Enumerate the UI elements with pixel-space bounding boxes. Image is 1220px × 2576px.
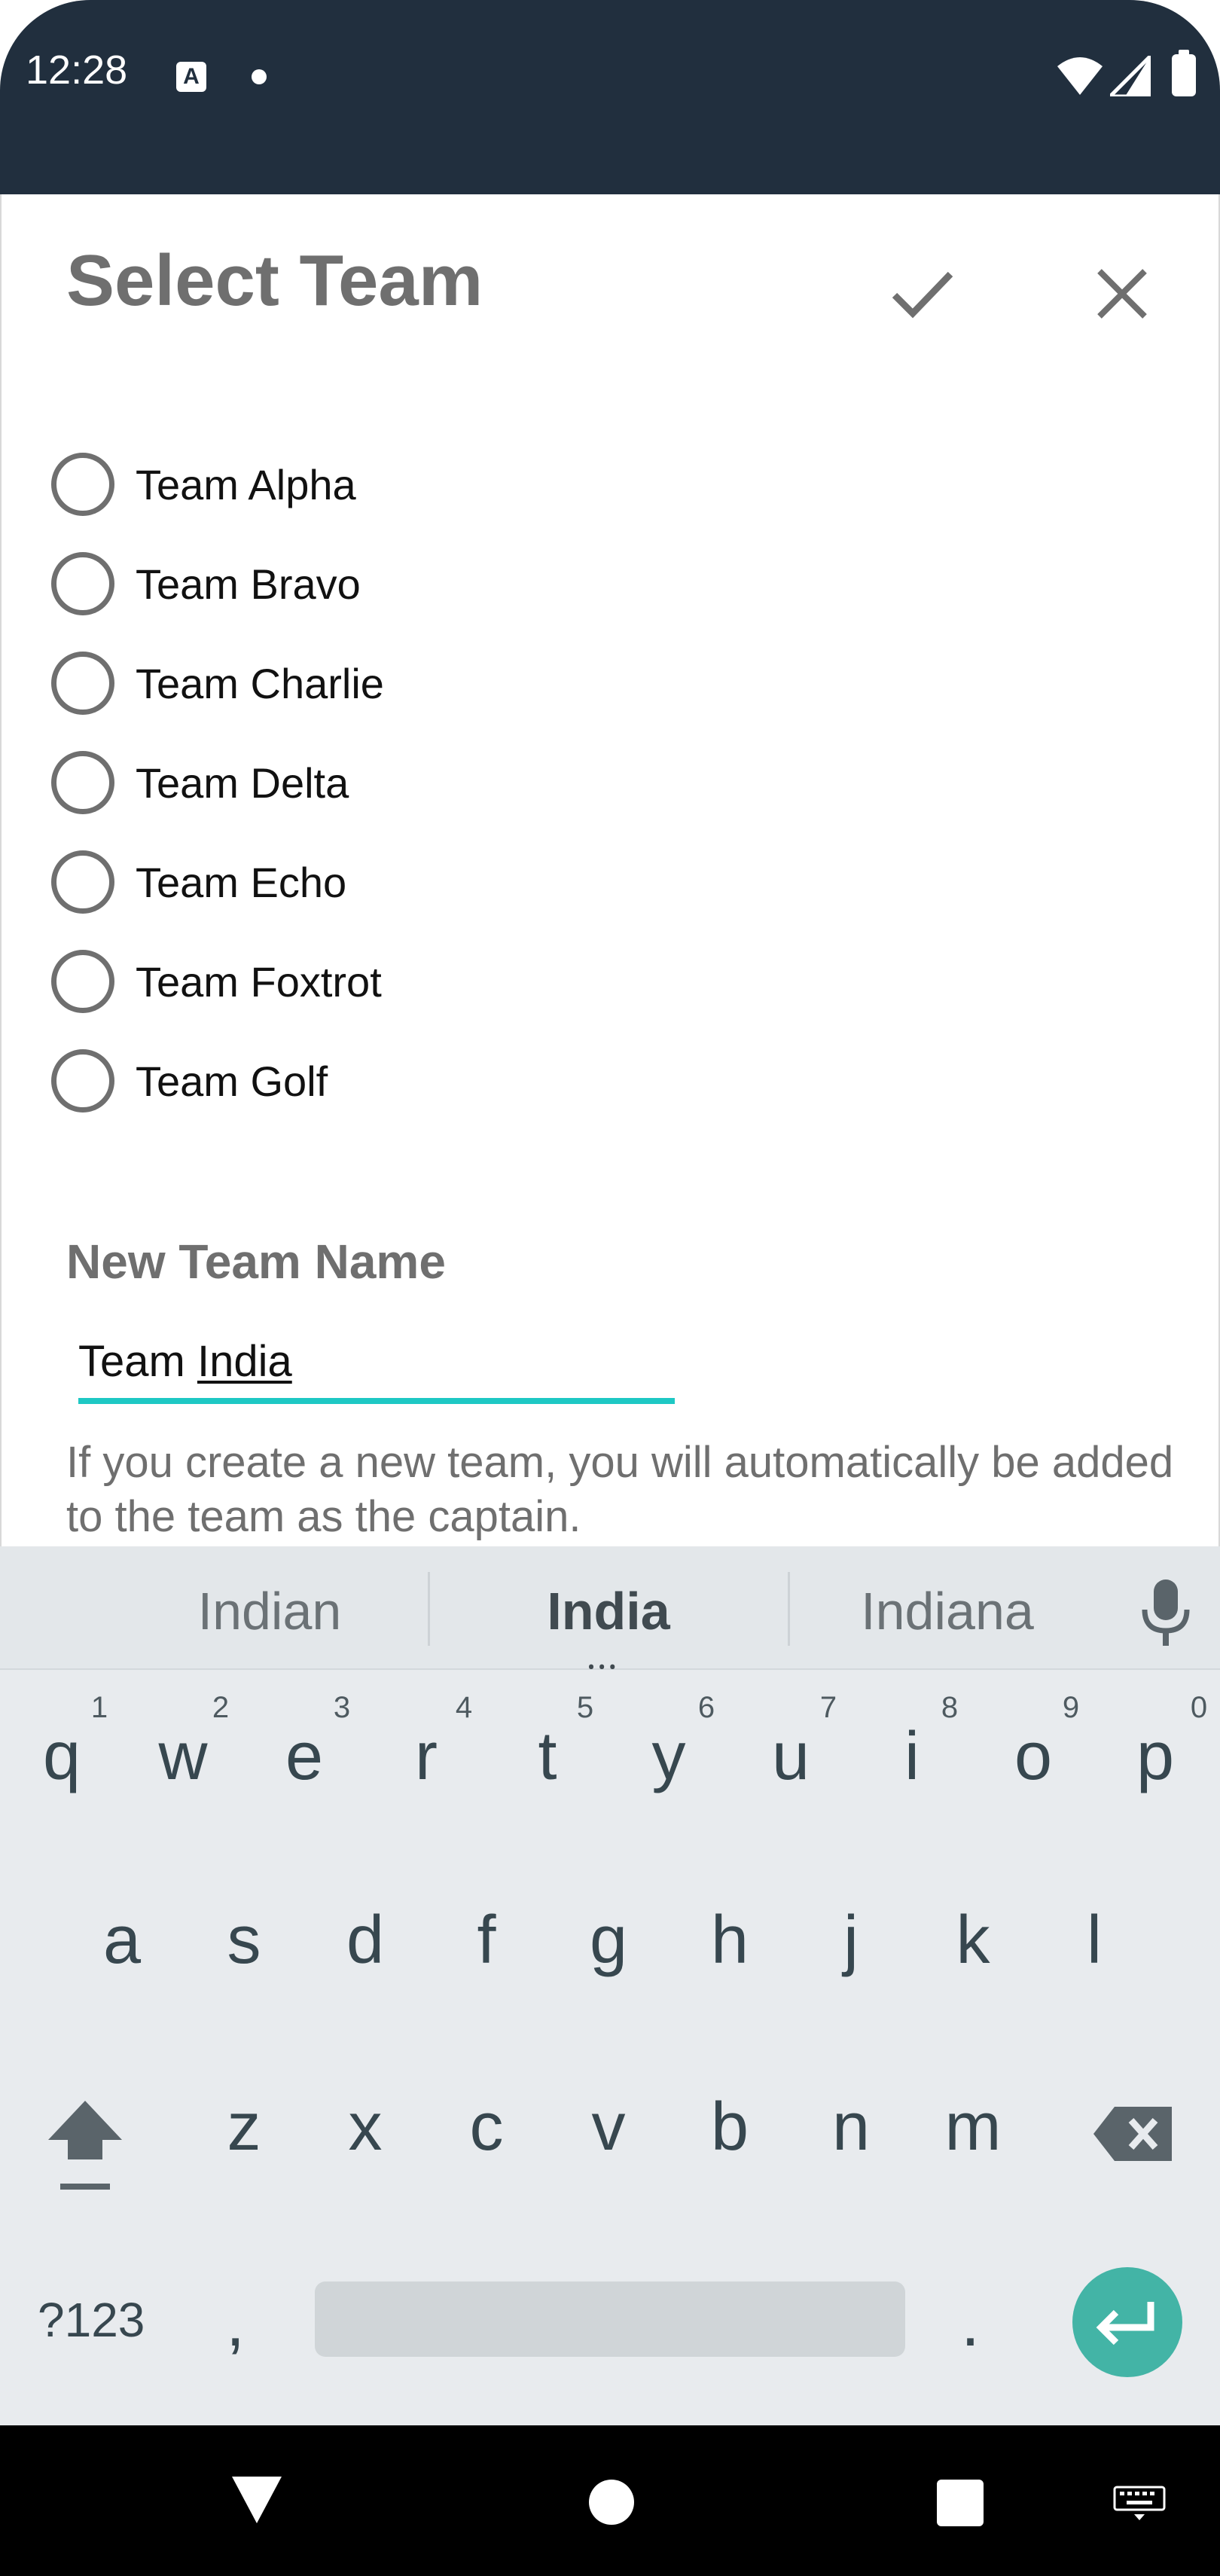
- key-p[interactable]: p: [1103, 1718, 1208, 1796]
- period-key[interactable]: .: [961, 2285, 980, 2362]
- radio-button[interactable]: [51, 850, 114, 914]
- new-team-name-label: New Team Name: [66, 1235, 446, 1289]
- key-m[interactable]: m: [920, 2089, 1026, 2166]
- dot-icon: [252, 69, 267, 84]
- confirm-button[interactable]: [883, 255, 961, 333]
- text-a-icon: A: [176, 62, 206, 92]
- team-option[interactable]: Team Alpha: [51, 443, 729, 526]
- radio-button[interactable]: [51, 652, 114, 715]
- key-hint-9: 9: [1062, 1691, 1080, 1724]
- team-option[interactable]: Team Charlie: [51, 642, 729, 725]
- key-y[interactable]: y: [616, 1718, 721, 1796]
- suggestion-right[interactable]: Indiana: [789, 1581, 1106, 1641]
- team-label: Team Charlie: [136, 659, 384, 707]
- select-team-dialog: Select Team Team Alpha Team Bravo Team C…: [0, 194, 1220, 1546]
- key-h[interactable]: h: [677, 1902, 782, 1979]
- mic-icon[interactable]: [1136, 1576, 1196, 1649]
- key-hint-2: 2: [212, 1691, 230, 1724]
- key-z[interactable]: z: [191, 2089, 297, 2166]
- team-option[interactable]: Team Golf: [51, 1039, 729, 1122]
- status-bar: 12:28 A: [0, 0, 1220, 194]
- space-key[interactable]: [315, 2281, 905, 2357]
- team-label: Team Golf: [136, 1057, 328, 1105]
- key-w[interactable]: w: [130, 1718, 236, 1796]
- key-s[interactable]: s: [191, 1902, 297, 1979]
- soft-keyboard: Indian India Indiana ••• q w e r t y u i…: [0, 1546, 1220, 2425]
- key-n[interactable]: n: [798, 2089, 904, 2166]
- key-j[interactable]: j: [798, 1902, 904, 1979]
- comma-key[interactable]: ,: [226, 2285, 245, 2362]
- team-label: Team Delta: [136, 758, 349, 807]
- key-x[interactable]: x: [313, 2089, 418, 2166]
- home-icon[interactable]: [589, 2480, 634, 2525]
- key-hint-7: 7: [819, 1691, 837, 1724]
- radio-button[interactable]: [51, 1049, 114, 1113]
- keyboard-switch-icon[interactable]: [1113, 2486, 1166, 2522]
- input-text-prefix: Team: [78, 1337, 197, 1386]
- key-l[interactable]: l: [1042, 1902, 1147, 1979]
- enter-key[interactable]: [1072, 2267, 1182, 2377]
- navigation-bar: [0, 2425, 1220, 2576]
- key-v[interactable]: v: [556, 2089, 661, 2166]
- backspace-icon[interactable]: [1092, 2104, 1175, 2164]
- suggestion-bar: Indian India Indiana •••: [0, 1546, 1220, 1681]
- check-icon: [892, 271, 953, 319]
- radio-button[interactable]: [51, 950, 114, 1013]
- radio-button[interactable]: [51, 552, 114, 615]
- wifi-icon: [1057, 57, 1103, 95]
- team-label: Team Bravo: [136, 560, 361, 608]
- back-icon[interactable]: [230, 2474, 283, 2526]
- team-label: Team Alpha: [136, 460, 356, 508]
- close-button[interactable]: [1083, 255, 1161, 333]
- signal-icon: [1110, 56, 1151, 96]
- key-d[interactable]: d: [313, 1902, 418, 1979]
- key-hint-6: 6: [697, 1691, 715, 1724]
- team-label: Team Foxtrot: [136, 957, 382, 1006]
- enter-icon: [1096, 2302, 1154, 2346]
- suggestion-center[interactable]: India: [450, 1581, 767, 1641]
- key-hint-0: 0: [1190, 1691, 1208, 1724]
- team-label: Team Echo: [136, 858, 347, 906]
- dialog-title: Select Team: [66, 240, 483, 321]
- close-icon: [1097, 269, 1147, 319]
- suggestion-left[interactable]: Indian: [111, 1581, 428, 1641]
- key-r[interactable]: r: [374, 1718, 479, 1796]
- key-f[interactable]: f: [434, 1902, 539, 1979]
- key-t[interactable]: t: [495, 1718, 600, 1796]
- key-b[interactable]: b: [677, 2089, 782, 2166]
- key-hint-5: 5: [576, 1691, 594, 1724]
- status-time: 12:28: [26, 47, 128, 93]
- key-o[interactable]: o: [981, 1718, 1086, 1796]
- radio-button[interactable]: [51, 453, 114, 516]
- key-u[interactable]: u: [738, 1718, 843, 1796]
- key-i[interactable]: i: [859, 1718, 965, 1796]
- key-hint-1: 1: [90, 1691, 108, 1724]
- key-c[interactable]: c: [434, 2089, 539, 2166]
- key-hint-3: 3: [333, 1691, 351, 1724]
- team-option[interactable]: Team Foxtrot: [51, 940, 729, 1023]
- key-a[interactable]: a: [69, 1902, 175, 1979]
- team-option[interactable]: Team Bravo: [51, 542, 729, 625]
- input-underline: [78, 1398, 675, 1404]
- recents-icon[interactable]: [937, 2480, 984, 2526]
- team-option[interactable]: Team Delta: [51, 741, 729, 824]
- key-hint-4: 4: [455, 1691, 473, 1724]
- suggestion-divider: [428, 1572, 430, 1646]
- team-option[interactable]: Team Echo: [51, 841, 729, 923]
- new-team-name-input[interactable]: Team India: [78, 1336, 675, 1404]
- helper-text: If you create a new team, you will autom…: [66, 1438, 1174, 1541]
- key-hint-8: 8: [941, 1691, 959, 1724]
- radio-button[interactable]: [51, 751, 114, 814]
- symbols-key[interactable]: ?123: [38, 2292, 145, 2348]
- input-composing-text: India: [197, 1337, 292, 1386]
- key-g[interactable]: g: [556, 1902, 661, 1979]
- key-e[interactable]: e: [252, 1718, 357, 1796]
- shift-icon[interactable]: [45, 2096, 125, 2196]
- key-k[interactable]: k: [920, 1902, 1026, 1979]
- battery-icon: [1172, 50, 1196, 96]
- key-q[interactable]: q: [9, 1718, 114, 1796]
- more-suggestions-dots: •••: [587, 1655, 620, 1681]
